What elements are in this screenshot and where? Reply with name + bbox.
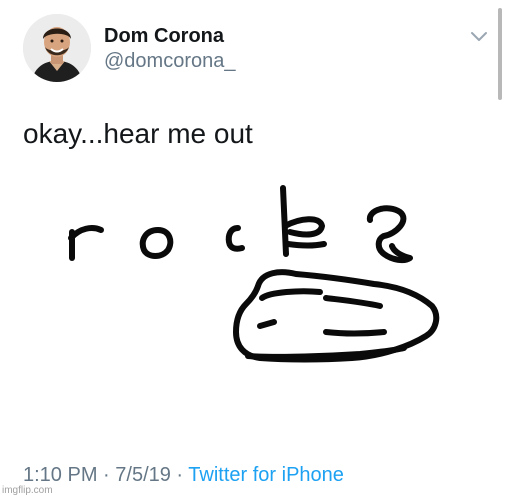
tweet-meta: 1:10 PM · 7/5/19 · Twitter for iPhone [23,462,344,488]
profile-photo-icon [23,14,91,82]
author-handle[interactable]: @domcorona_ [104,49,235,73]
chevron-down-icon [471,32,487,41]
drawn-letter-o [139,227,174,259]
hand-drawn-rock-sketch [68,185,440,363]
meta-separator: · [170,464,189,486]
drawn-swirl [367,205,413,264]
tweet-source-link[interactable]: Twitter for iPhone [188,464,344,486]
scrollbar[interactable] [498,8,502,100]
meta-separator: · [97,464,116,486]
author-display-name[interactable]: Dom Corona [104,24,224,48]
drawn-letter-c [225,225,245,252]
tweet-menu-button[interactable] [469,30,489,44]
imgflip-watermark: imgflip.com [2,485,53,496]
tweet-time[interactable]: 1:10 PM [23,464,97,486]
tweet-date[interactable]: 7/5/19 [115,464,171,486]
author-avatar[interactable] [23,14,91,82]
tweet-text: okay...hear me out [23,118,253,149]
tweet-card: Dom Corona @domcorona_ okay...hear me ou… [0,0,507,500]
